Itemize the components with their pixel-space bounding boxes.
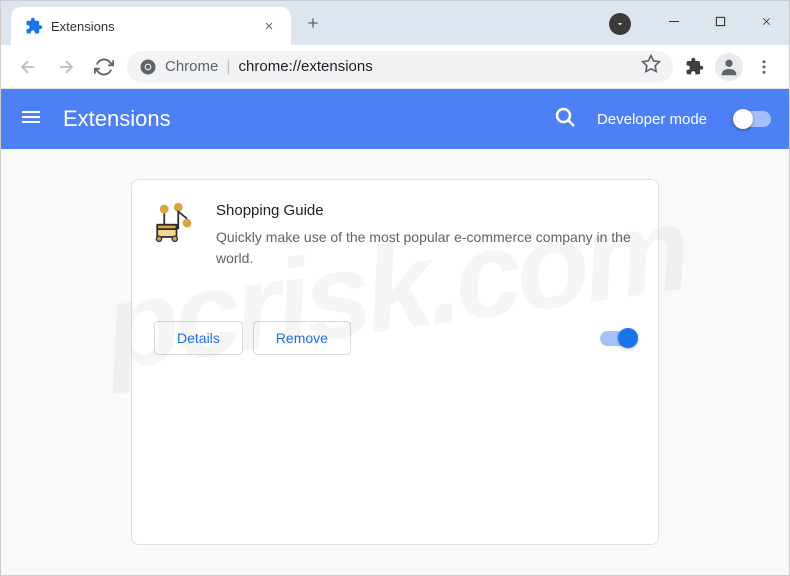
url-divider: |	[226, 58, 230, 76]
remove-button[interactable]: Remove	[253, 321, 351, 355]
browser-menu-icon[interactable]	[751, 54, 777, 80]
extensions-header: Extensions Developer mode	[1, 89, 789, 149]
extension-footer: Details Remove	[132, 309, 658, 373]
back-button[interactable]	[13, 52, 43, 82]
minimize-button[interactable]	[651, 4, 697, 38]
new-tab-button[interactable]	[305, 14, 321, 37]
maximize-button[interactable]	[697, 4, 743, 38]
url-field[interactable]: Chrome | chrome://extensions	[127, 51, 673, 83]
url-prefix: Chrome	[165, 58, 218, 75]
window-controls	[651, 4, 789, 38]
chrome-icon	[139, 58, 157, 76]
extension-info: Shopping Guide Quickly make use of the m…	[216, 202, 638, 269]
extensions-toolbar-icon[interactable]	[681, 54, 707, 80]
developer-mode-label: Developer mode	[597, 111, 707, 128]
extension-name: Shopping Guide	[216, 202, 638, 219]
extension-toggle-knob	[618, 328, 638, 348]
browser-tab[interactable]: Extensions	[11, 7, 291, 45]
extension-app-icon	[152, 202, 194, 244]
tab-title: Extensions	[51, 19, 253, 34]
page-title: Extensions	[63, 106, 533, 132]
bookmark-star-icon[interactable]	[641, 54, 661, 79]
browser-window: Extensions	[0, 0, 790, 576]
extensions-content: Shopping Guide Quickly make use of the m…	[1, 149, 789, 575]
titlebar: Extensions	[1, 1, 789, 45]
toggle-knob	[733, 109, 753, 129]
developer-mode-toggle[interactable]	[735, 111, 771, 127]
extension-card: Shopping Guide Quickly make use of the m…	[131, 179, 659, 545]
extension-body: Shopping Guide Quickly make use of the m…	[132, 180, 658, 309]
reload-button[interactable]	[89, 52, 119, 82]
url-text: chrome://extensions	[239, 58, 373, 75]
close-window-button[interactable]	[743, 4, 789, 38]
forward-button[interactable]	[51, 52, 81, 82]
search-icon[interactable]	[553, 105, 577, 134]
dropdown-icon[interactable]	[609, 13, 631, 35]
extension-enable-toggle[interactable]	[600, 331, 636, 346]
profile-avatar-icon[interactable]	[715, 53, 743, 81]
extension-puzzle-icon	[25, 17, 43, 35]
address-bar: Chrome | chrome://extensions	[1, 45, 789, 89]
details-button[interactable]: Details	[154, 321, 243, 355]
tab-close-icon[interactable]	[261, 18, 277, 34]
hamburger-menu-icon[interactable]	[19, 105, 43, 134]
extension-description: Quickly make use of the most popular e-c…	[216, 227, 638, 269]
